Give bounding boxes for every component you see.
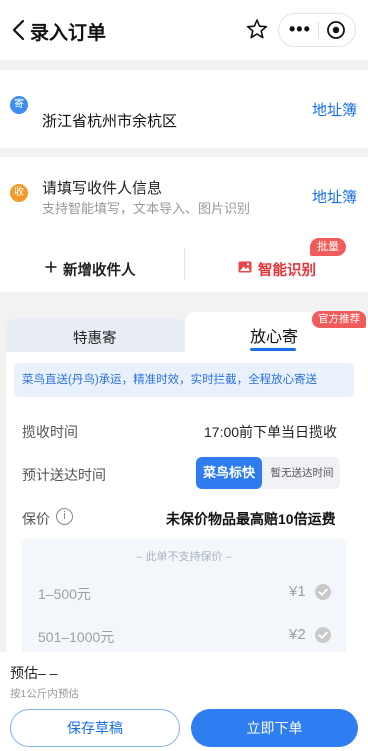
sender-badge: 寄 (10, 96, 28, 114)
tab-discount-label: 特惠寄 (73, 331, 117, 347)
check-circle-icon[interactable] (315, 627, 331, 643)
receiver-title[interactable]: 请填写收件人信息 (42, 177, 162, 198)
tab-assured-label: 放心寄 (250, 329, 299, 346)
insurance-price-1: ¥1 (289, 583, 306, 600)
add-receiver-label: 新增收件人 (63, 263, 136, 279)
delivery-option-standard[interactable]: 菜鸟标快 (196, 457, 262, 489)
smart-recognize-label: 智能识别 (258, 263, 316, 279)
pickup-time-value: 17:00前下单当日揽收 (204, 424, 338, 440)
recommend-tag: 官方推荐 (312, 311, 366, 328)
tab-active-indicator (250, 348, 296, 351)
sender-address-book-link[interactable]: 地址簿 (312, 99, 357, 120)
save-draft-button[interactable]: 保存草稿 (10, 709, 180, 747)
delivery-time-label: 预计送达时间 (22, 467, 106, 483)
delivery-option-none[interactable]: 暂无送达时间 (264, 457, 340, 489)
check-circle-icon[interactable] (315, 584, 331, 600)
mini-program-capsule: ••• (278, 13, 356, 47)
receiver-subtitle: 支持智能填写，文本导入、图片识别 (42, 201, 251, 216)
image-icon (238, 261, 252, 273)
batch-tag: 批量 (310, 238, 346, 256)
receiver-address-book-link[interactable]: 地址簿 (312, 186, 357, 207)
capsule-divider (318, 22, 319, 39)
close-target-icon[interactable] (326, 20, 346, 40)
sender-address: 浙江省杭州市余杭区 (42, 113, 178, 130)
pickup-time-label: 揽收时间 (22, 424, 78, 440)
receiver-badge: 收 (10, 184, 28, 202)
service-notice: 菜鸟直送(丹鸟)承运，精准时效，实时拦截，全程放心寄送 (14, 363, 354, 397)
more-icon[interactable]: ••• (289, 20, 317, 40)
price-estimate-note: 按1公斤内预估 (10, 688, 79, 700)
insurance-range-2: 501–1000元 (38, 629, 115, 645)
star-icon[interactable] (246, 18, 268, 40)
insurance-price-2: ¥2 (289, 626, 306, 643)
insurance-label: 保价 (22, 511, 50, 527)
insurance-range-1: 1–500元 (38, 586, 91, 602)
page-title: 录入订单 (30, 23, 107, 44)
insurance-unsupported-note: – 此单不支持保价 – (136, 551, 232, 563)
plus-icon (45, 261, 57, 273)
back-arrow-icon[interactable] (10, 18, 28, 42)
price-estimate: 预估– – (10, 665, 58, 681)
insurance-value: 未保价物品最高赔10倍运费 (166, 511, 336, 527)
submit-order-button[interactable]: 立即下单 (191, 709, 358, 747)
info-icon[interactable]: i (56, 508, 73, 525)
